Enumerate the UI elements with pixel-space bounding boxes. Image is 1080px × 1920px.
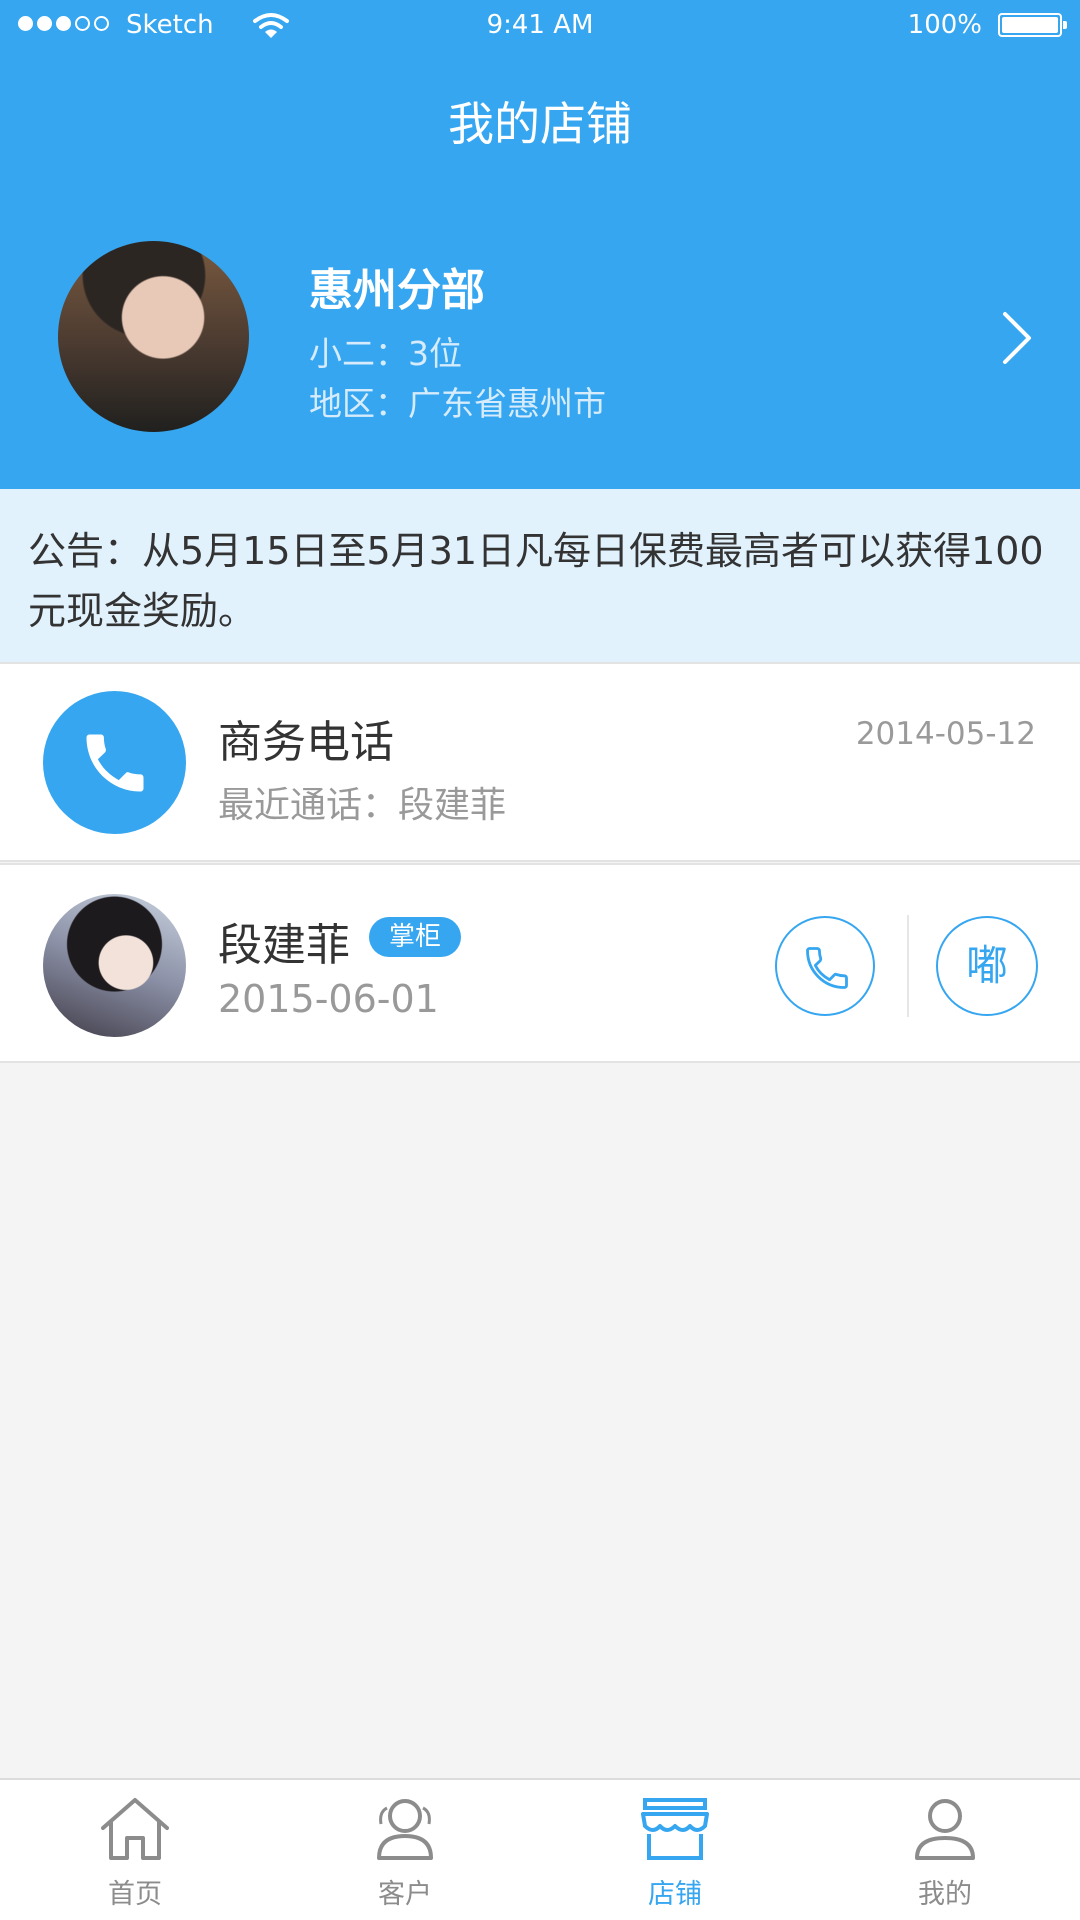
store-avatar[interactable] bbox=[58, 241, 249, 432]
recent-call: 最近通话：段建菲 bbox=[218, 785, 507, 826]
profile-icon bbox=[905, 1794, 985, 1868]
tab-store-label: 店铺 bbox=[648, 1879, 702, 1910]
contact-name: 段建菲 bbox=[218, 920, 350, 971]
battery-percentage: 100% bbox=[907, 10, 982, 40]
chevron-right-icon[interactable] bbox=[1000, 310, 1034, 370]
store-icon bbox=[635, 1794, 715, 1868]
chat-button[interactable]: 嘟 bbox=[936, 916, 1038, 1016]
business-phone-date: 2014-05-12 bbox=[855, 716, 1036, 752]
business-phone-card[interactable]: 商务电话 最近通话：段建菲 2014-05-12 bbox=[0, 662, 1080, 862]
battery-icon bbox=[998, 13, 1067, 37]
tab-profile[interactable]: 我的 bbox=[810, 1780, 1080, 1920]
store-region: 地区：广东省惠州市 bbox=[309, 384, 606, 423]
contact-date: 2015-06-01 bbox=[218, 977, 439, 1021]
avatar bbox=[43, 894, 186, 1037]
divider bbox=[907, 915, 909, 1017]
role-badge: 掌柜 bbox=[369, 917, 462, 957]
announcement-banner: 公告：从5月15日至5月31日凡每日保费最高者可以获得100元现金奖励。 bbox=[0, 489, 1080, 662]
call-button[interactable] bbox=[775, 916, 875, 1016]
home-icon bbox=[95, 1794, 175, 1868]
status-bar: Sketch 9:41 AM 100% bbox=[0, 0, 1080, 52]
tab-home-label: 首页 bbox=[108, 1879, 162, 1910]
customers-icon bbox=[365, 1794, 445, 1868]
phone-icon bbox=[43, 691, 186, 834]
tab-profile-label: 我的 bbox=[918, 1879, 972, 1910]
phone-icon bbox=[806, 947, 848, 989]
page-title: 我的店铺 bbox=[448, 97, 632, 151]
tab-bar: 首页 客户 店铺 我的 bbox=[0, 1778, 1080, 1920]
tab-home[interactable]: 首页 bbox=[0, 1780, 270, 1920]
tab-customers[interactable]: 客户 bbox=[270, 1780, 540, 1920]
store-staff-count: 小二：3位 bbox=[309, 334, 462, 373]
store-name[interactable]: 惠州分部 bbox=[309, 254, 485, 318]
contact-card[interactable]: 段建菲 掌柜 2015-06-01 嘟 bbox=[0, 863, 1080, 1063]
tab-store[interactable]: 店铺 bbox=[540, 1780, 810, 1920]
tab-customers-label: 客户 bbox=[378, 1879, 432, 1910]
business-phone-title: 商务电话 bbox=[218, 717, 394, 768]
